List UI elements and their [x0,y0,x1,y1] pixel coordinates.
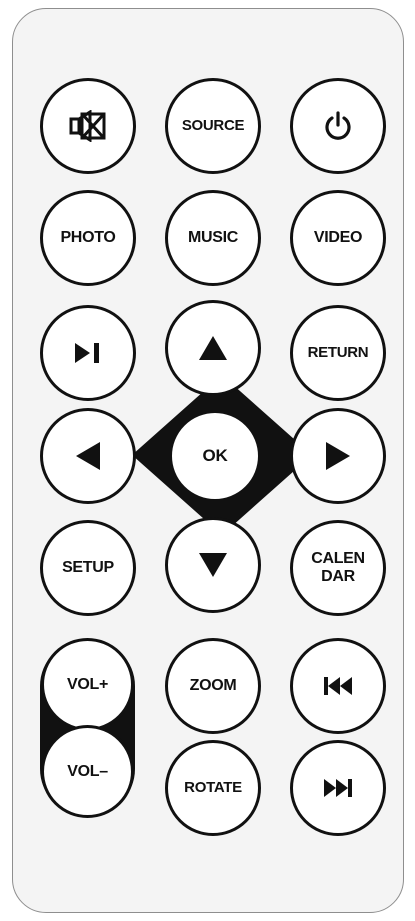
ok-button[interactable]: OK [172,413,258,499]
photo-button[interactable]: PHOTO [40,190,136,286]
video-button[interactable]: VIDEO [290,190,386,286]
source-button[interactable]: SOURCE [165,78,261,174]
next-button[interactable] [290,740,386,836]
arrow-left-icon [75,441,101,471]
zoom-label: ZOOM [189,677,237,694]
rotate-button[interactable]: ROTATE [165,740,261,836]
volume-down-label: VOL– [67,762,108,780]
return-button[interactable]: RETURN [290,305,386,401]
music-button[interactable]: MUSIC [165,190,261,286]
volume-up-button[interactable]: VOL+ [41,638,134,731]
zoom-button[interactable]: ZOOM [165,638,261,734]
play-pause-icon [73,342,103,364]
up-button[interactable] [165,300,261,396]
left-button[interactable] [40,408,136,504]
setup-label: SETUP [62,559,114,576]
photo-label: PHOTO [60,229,116,246]
arrow-up-icon [198,335,228,361]
down-button[interactable] [165,517,261,613]
power-icon [323,111,353,141]
video-label: VIDEO [313,229,363,246]
ok-label: OK [202,446,228,465]
play-pause-button[interactable] [40,305,136,401]
mute-button[interactable] [40,78,136,174]
calendar-label-line1: CALEN [311,550,365,567]
source-label: SOURCE [181,117,245,134]
calendar-button[interactable]: CALEN DAR [290,520,386,616]
rotate-label: ROTATE [184,779,242,796]
skip-previous-icon [323,676,353,696]
arrow-down-icon [198,552,228,578]
setup-button[interactable]: SETUP [40,520,136,616]
music-label: MUSIC [187,229,239,246]
mute-icon [69,110,107,142]
power-button[interactable] [290,78,386,174]
calendar-label-line2: DAR [321,568,355,585]
arrow-right-icon [325,441,351,471]
return-label: RETURN [307,344,369,361]
volume-up-label: VOL+ [66,675,109,693]
previous-button[interactable] [290,638,386,734]
skip-next-icon [323,778,353,798]
right-button[interactable] [290,408,386,504]
volume-down-button[interactable]: VOL– [41,725,134,818]
